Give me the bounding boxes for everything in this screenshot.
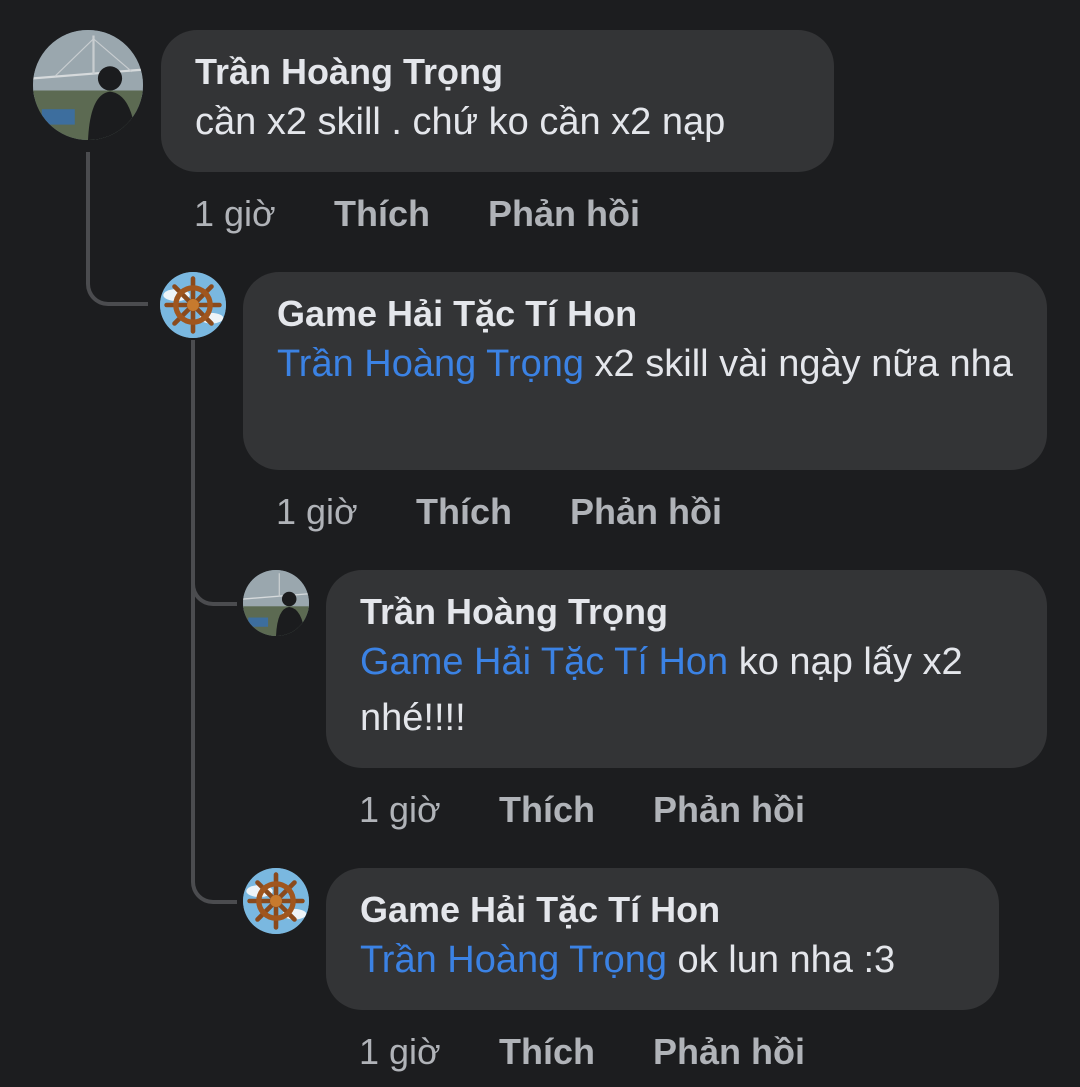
thread-line: [86, 152, 148, 306]
like-button[interactable]: Thích: [499, 1032, 653, 1072]
reply-button[interactable]: Phản hồi: [653, 1032, 805, 1072]
comment-author[interactable]: Trần Hoàng Trọng: [360, 590, 1013, 634]
comment-timestamp[interactable]: 1 giờ: [276, 492, 416, 532]
like-button[interactable]: Thích: [416, 492, 570, 532]
comment-timestamp[interactable]: 1 giờ: [359, 1032, 499, 1072]
mention-link[interactable]: Game Hải Tặc Tí Hon: [360, 641, 728, 683]
comment-actions: 1 giờ Thích Phản hồi: [359, 790, 805, 830]
comment-actions: 1 giờ Thích Phản hồi: [194, 194, 640, 234]
like-button[interactable]: Thích: [334, 194, 488, 234]
comment-text-content: x2 skill vài ngày nữa nha: [584, 343, 1013, 385]
person-bridge-photo-avatar[interactable]: [243, 570, 309, 636]
comment-actions: 1 giờ Thích Phản hồi: [359, 1032, 805, 1072]
mention-link[interactable]: Trần Hoàng Trọng: [360, 939, 667, 981]
comment-thread: Trần Hoàng Trọng cần x2 skill . chứ ko c…: [0, 0, 1080, 1087]
comment-author[interactable]: Game Hải Tặc Tí Hon: [277, 292, 1013, 336]
comment-author[interactable]: Trần Hoàng Trọng: [195, 50, 800, 94]
ship-wheel-avatar[interactable]: [243, 868, 309, 934]
comment-actions: 1 giờ Thích Phản hồi: [276, 492, 722, 532]
comment-bubble[interactable]: Trần Hoàng Trọng Game Hải Tặc Tí Hon ko …: [326, 570, 1047, 768]
person-bridge-photo-avatar[interactable]: [33, 30, 143, 140]
comment-text: Trần Hoàng Trọng ok lun nha :3: [360, 932, 965, 988]
reply-button[interactable]: Phản hồi: [570, 492, 722, 532]
comment-bubble[interactable]: Trần Hoàng Trọng cần x2 skill . chứ ko c…: [161, 30, 834, 172]
comment-timestamp[interactable]: 1 giờ: [359, 790, 499, 830]
comment-bubble[interactable]: Game Hải Tặc Tí Hon Trần Hoàng Trọng ok …: [326, 868, 999, 1010]
like-button[interactable]: Thích: [499, 790, 653, 830]
comment-text: Game Hải Tặc Tí Hon ko nạp lấy x2 nhé!!!…: [360, 634, 1013, 746]
comment-text: Trần Hoàng Trọng x2 skill vài ngày nữa n…: [277, 336, 1013, 392]
comment-text-content: ok lun nha :3: [667, 939, 896, 981]
reply-button[interactable]: Phản hồi: [488, 194, 640, 234]
ship-wheel-avatar[interactable]: [160, 272, 226, 338]
comment-timestamp[interactable]: 1 giờ: [194, 194, 334, 234]
comment-text: cần x2 skill . chứ ko cần x2 nạp: [195, 101, 726, 143]
mention-link[interactable]: Trần Hoàng Trọng: [277, 343, 584, 385]
reply-button[interactable]: Phản hồi: [653, 790, 805, 830]
comment-bubble[interactable]: Game Hải Tặc Tí Hon Trần Hoàng Trọng x2 …: [243, 272, 1047, 470]
thread-line: [191, 600, 237, 904]
comment-author[interactable]: Game Hải Tặc Tí Hon: [360, 888, 965, 932]
